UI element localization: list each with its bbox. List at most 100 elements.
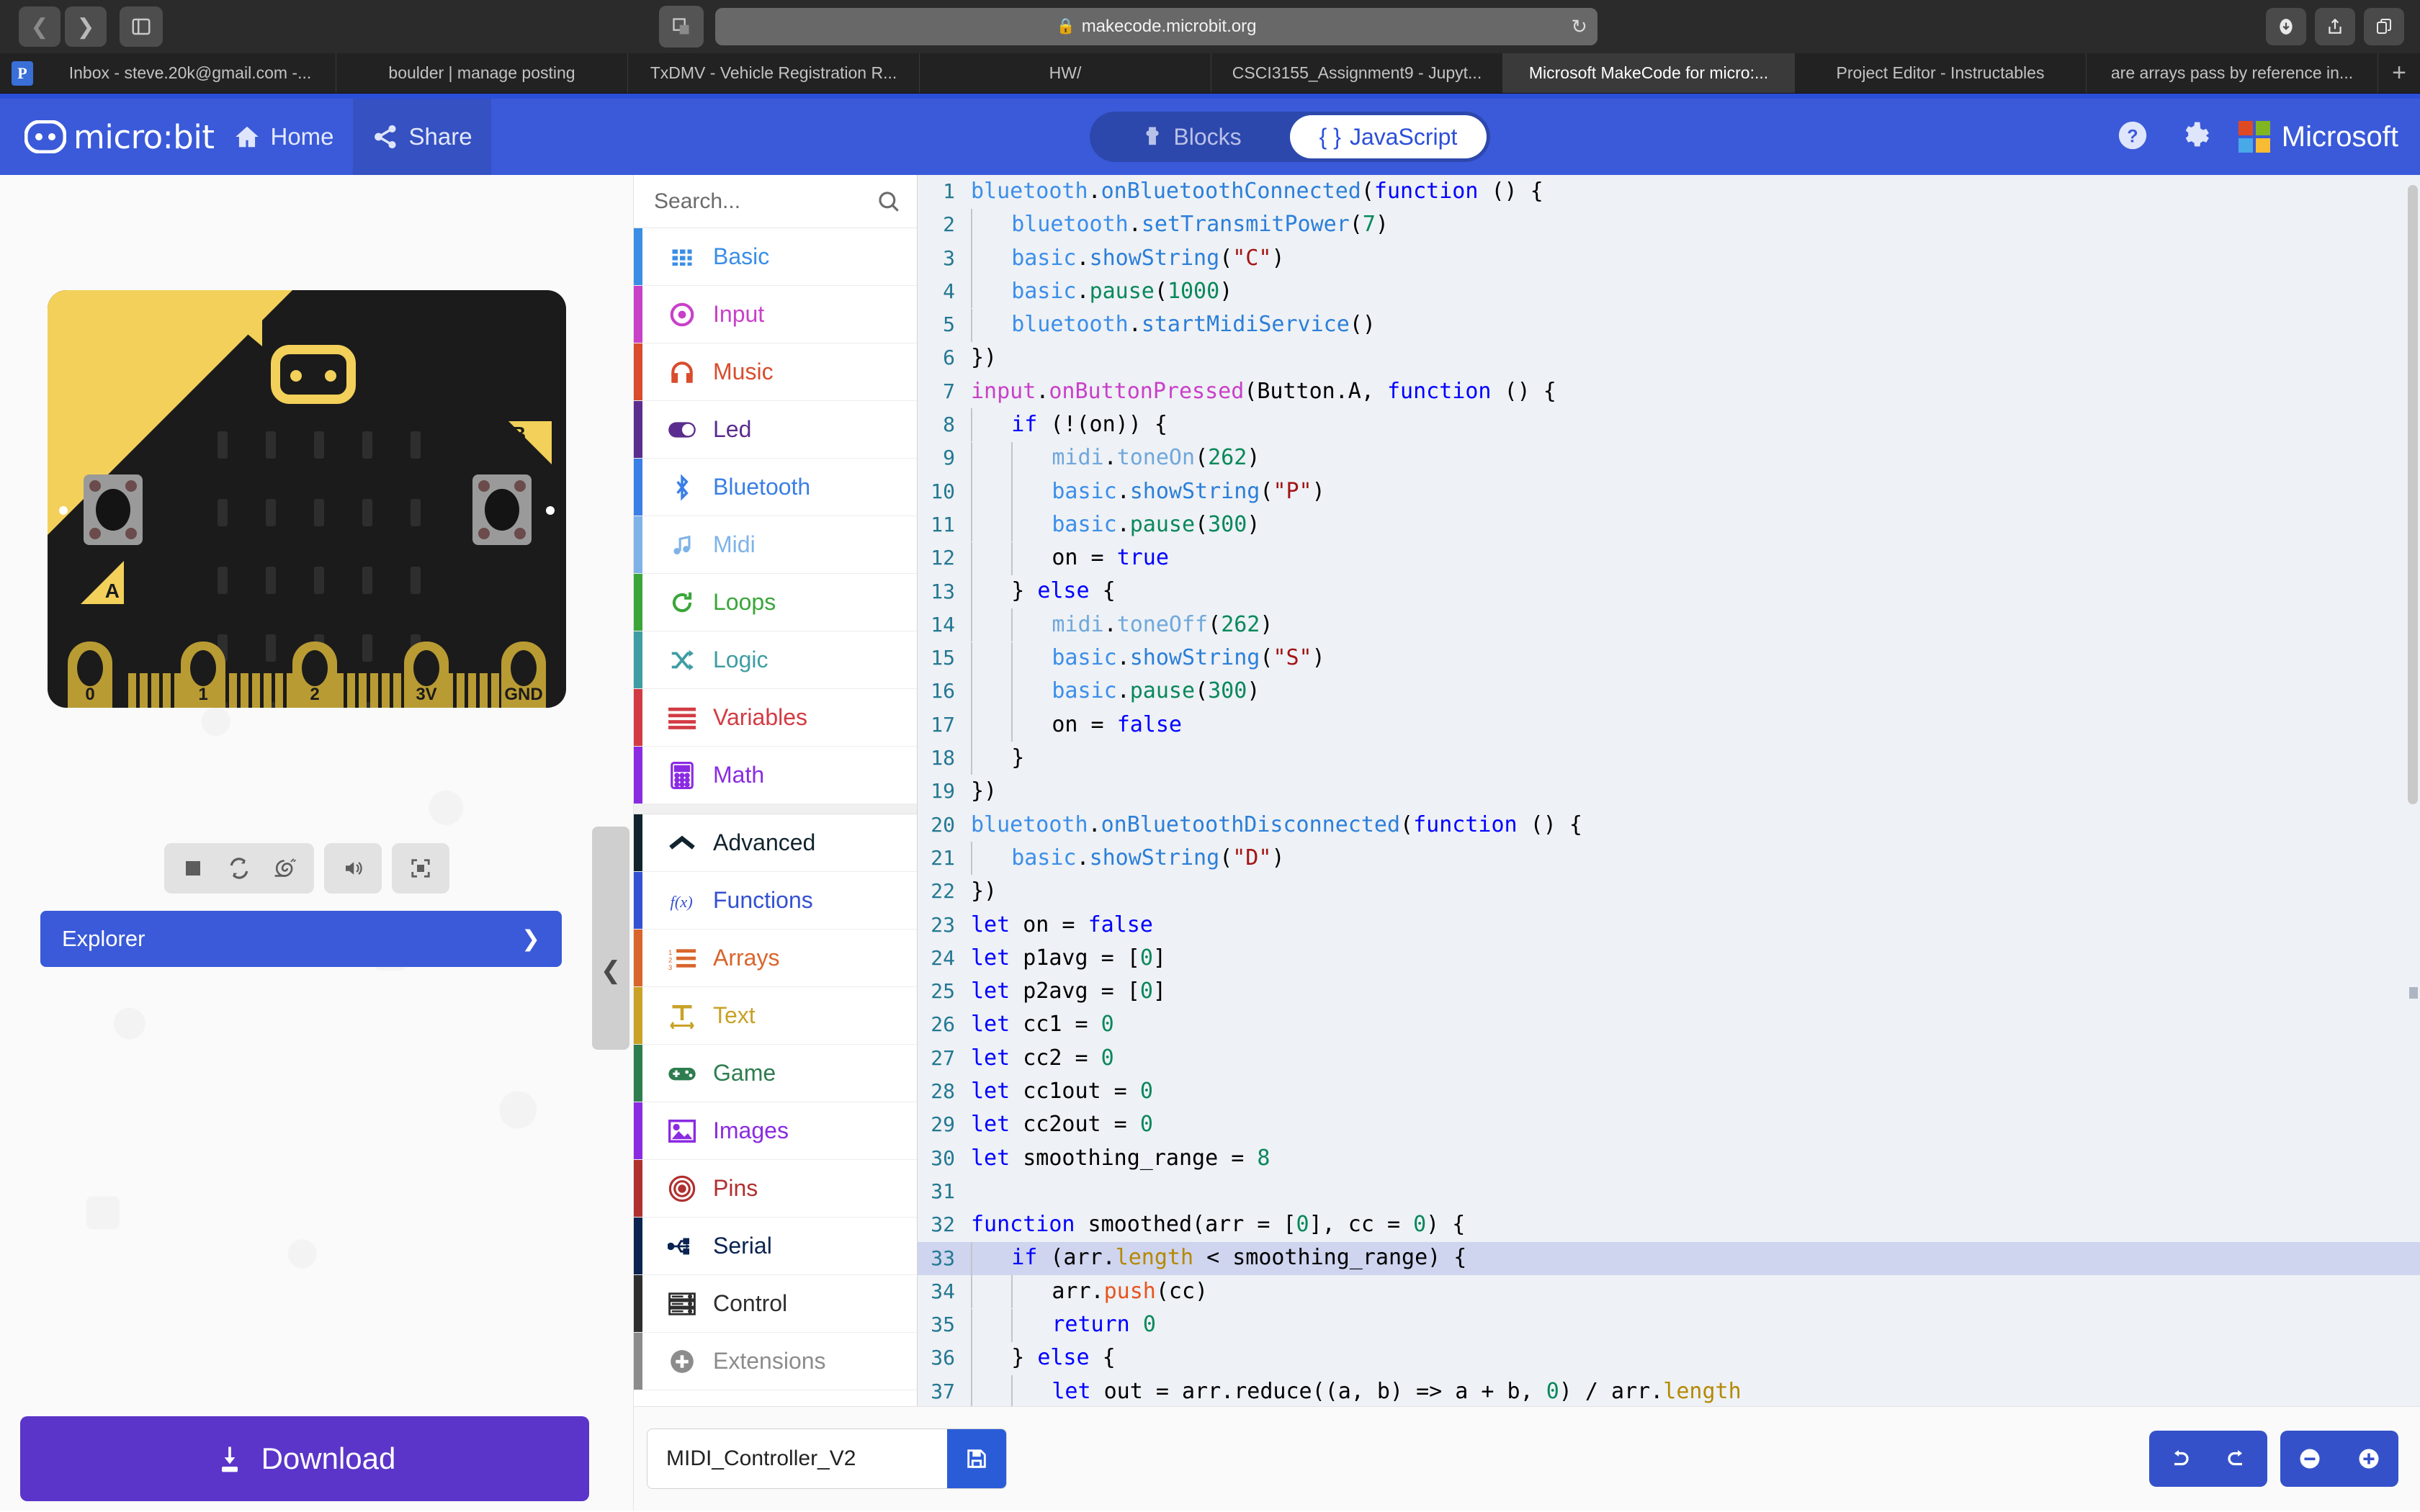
code-line[interactable]: 20 bluetooth.onBluetoothDisconnected(func… [918,809,2420,842]
browser-tab-active[interactable]: Microsoft MakeCode for micro:... [1503,53,1795,93]
code-line[interactable]: 17 on = false [918,708,2420,742]
toolbox-category-functions[interactable]: f(x) Functions [634,872,917,930]
toolbox-category-loops[interactable]: Loops [634,574,917,631]
code-line[interactable]: 27 let cc2 = 0 [918,1042,2420,1075]
code-line[interactable]: 10 basic.showString("P") [918,475,2420,509]
code-line[interactable]: 11 basic.pause(300) [918,508,2420,542]
back-arrow-icon[interactable]: ❮ [19,6,60,47]
code-line[interactable]: 22}) [918,875,2420,908]
download-button[interactable]: Download [20,1416,589,1501]
code-text[interactable]: }) [971,875,2420,908]
code-text[interactable]: on = false [971,708,2420,742]
code-text[interactable]: basic.showString("D") [971,842,2420,876]
code-line[interactable]: 30 let smoothing_range = 8 [918,1142,2420,1175]
toolbox-category-midi[interactable]: Midi [634,516,917,574]
code-line[interactable]: 21 basic.showString("D") [918,842,2420,876]
toolbox-category-logic[interactable]: Logic [634,631,917,689]
code-text[interactable]: let smoothing_range = 8 [971,1142,2420,1175]
toolbox-category-advanced[interactable]: Advanced [634,814,917,872]
tabs-icon[interactable] [2364,8,2404,45]
browser-tab[interactable]: are arrays pass by reference in... [2087,53,2378,93]
code-line[interactable]: 34 arr.push(cc) [918,1275,2420,1309]
scrollbar-thumb[interactable] [2408,185,2418,804]
tab-overview-icon[interactable] [659,6,704,48]
code-line[interactable]: 16 basic.pause(300) [918,675,2420,708]
code-line[interactable]: 4 basic.pause(1000) [918,275,2420,309]
code-line[interactable]: 25 let p2avg = [0] [918,975,2420,1008]
search-icon[interactable] [877,189,901,214]
explorer-button[interactable]: Explorer ❯ [40,911,562,967]
code-text[interactable]: } [971,742,2420,775]
toolbox-category-pins[interactable]: Pins [634,1160,917,1218]
code-text[interactable]: } else { [971,575,2420,608]
code-text[interactable]: basic.pause(300) [971,508,2420,542]
code-text[interactable]: bluetooth.onBluetoothConnected(function … [971,175,2420,208]
code-lines[interactable]: 1 bluetooth.onBluetoothConnected(function… [918,175,2420,1511]
code-text[interactable]: let cc2 = 0 [971,1042,2420,1075]
code-line[interactable]: 35 return 0 [918,1308,2420,1342]
pin-0[interactable]: 0 [68,642,112,708]
code-text[interactable]: bluetooth.startMidiService() [971,308,2420,342]
toolbox-category-images[interactable]: Images [634,1102,917,1160]
code-text[interactable]: midi.toneOn(262) [971,441,2420,475]
toolbox-category-text[interactable]: Text [634,987,917,1045]
browser-tab[interactable]: boulder | manage posting [336,53,628,93]
code-line[interactable]: 1 bluetooth.onBluetoothConnected(function… [918,175,2420,208]
speaker-icon[interactable] [330,843,376,894]
board-button-a[interactable] [84,474,143,545]
code-text[interactable]: if (!(on)) { [971,408,2420,442]
toolbox-category-bluetooth[interactable]: Bluetooth [634,459,917,516]
code-text[interactable]: let cc1out = 0 [971,1075,2420,1108]
browser-tab[interactable]: CSCI3155_Assignment9 - Jupyt... [1211,53,1503,93]
code-text[interactable]: basic.showString("P") [971,475,2420,509]
microbit-board[interactable]: A B 0 1 2 3V GND [48,290,566,708]
browser-tab[interactable]: TxDMV - Vehicle Registration R... [628,53,920,93]
chevron-left-icon[interactable]: ❮ [595,949,627,992]
code-line[interactable]: 14 midi.toneOff(262) [918,608,2420,642]
toolbox-category-variables[interactable]: Variables [634,689,917,747]
save-button[interactable] [947,1429,1006,1488]
redo-icon[interactable] [2208,1431,2267,1487]
code-line[interactable]: 5 bluetooth.startMidiService() [918,308,2420,342]
code-text[interactable]: let cc1 = 0 [971,1008,2420,1041]
board-button-b[interactable] [472,474,532,545]
code-text[interactable]: return 0 [971,1308,2420,1342]
code-line[interactable]: 19}) [918,775,2420,808]
microsoft-logo[interactable]: Microsoft [2238,121,2398,153]
share-button[interactable]: Share [352,99,491,175]
code-text[interactable]: basic.pause(1000) [971,275,2420,309]
code-line[interactable]: 6}) [918,341,2420,374]
pin-3v[interactable]: 3V [404,642,449,708]
code-text[interactable]: let p1avg = [0] [971,942,2420,975]
toolbox-category-extensions[interactable]: Extensions [634,1333,917,1390]
snail-icon[interactable] [262,843,308,894]
code-text[interactable]: basic.showString("S") [971,642,2420,675]
code-line[interactable]: 3 basic.showString("C") [918,242,2420,275]
plus-circle-icon[interactable] [2339,1431,2398,1487]
code-line[interactable]: 28 let cc1out = 0 [918,1075,2420,1108]
forward-arrow-icon[interactable]: ❯ [65,6,107,47]
favorites-tab[interactable]: P [0,53,45,93]
code-line[interactable]: 23 let on = false [918,909,2420,942]
pin-2[interactable]: 2 [292,642,337,708]
code-line[interactable]: 8 if (!(on)) { [918,408,2420,442]
url-input[interactable]: 🔒 makecode.microbit.org ↻ [715,8,1597,45]
toolbox-category-game[interactable]: Game [634,1045,917,1102]
code-text[interactable]: arr.push(cc) [971,1275,2420,1309]
toolbox-category-math[interactable]: Math [634,747,917,804]
new-tab-button[interactable]: + [2378,53,2420,93]
project-name-input[interactable] [647,1429,947,1488]
sidebar-toggle-icon[interactable] [120,6,163,47]
reload-icon[interactable]: ↻ [1571,16,1587,38]
tab-javascript[interactable]: { } JavaScript [1290,115,1487,158]
tab-blocks[interactable]: Blocks [1093,124,1290,150]
code-text[interactable]: let on = false [971,909,2420,942]
code-line[interactable]: 24 let p1avg = [0] [918,942,2420,975]
code-line[interactable]: 9 midi.toneOn(262) [918,441,2420,475]
code-editor[interactable]: 1 bluetooth.onBluetoothConnected(function… [918,175,2420,1511]
code-text[interactable]: bluetooth.onBluetoothDisconnected(functi… [971,809,2420,842]
code-text[interactable]: }) [971,341,2420,374]
code-line[interactable]: 36 } else { [918,1341,2420,1375]
code-line[interactable]: 29 let cc2out = 0 [918,1108,2420,1141]
share-icon[interactable] [2315,8,2355,45]
